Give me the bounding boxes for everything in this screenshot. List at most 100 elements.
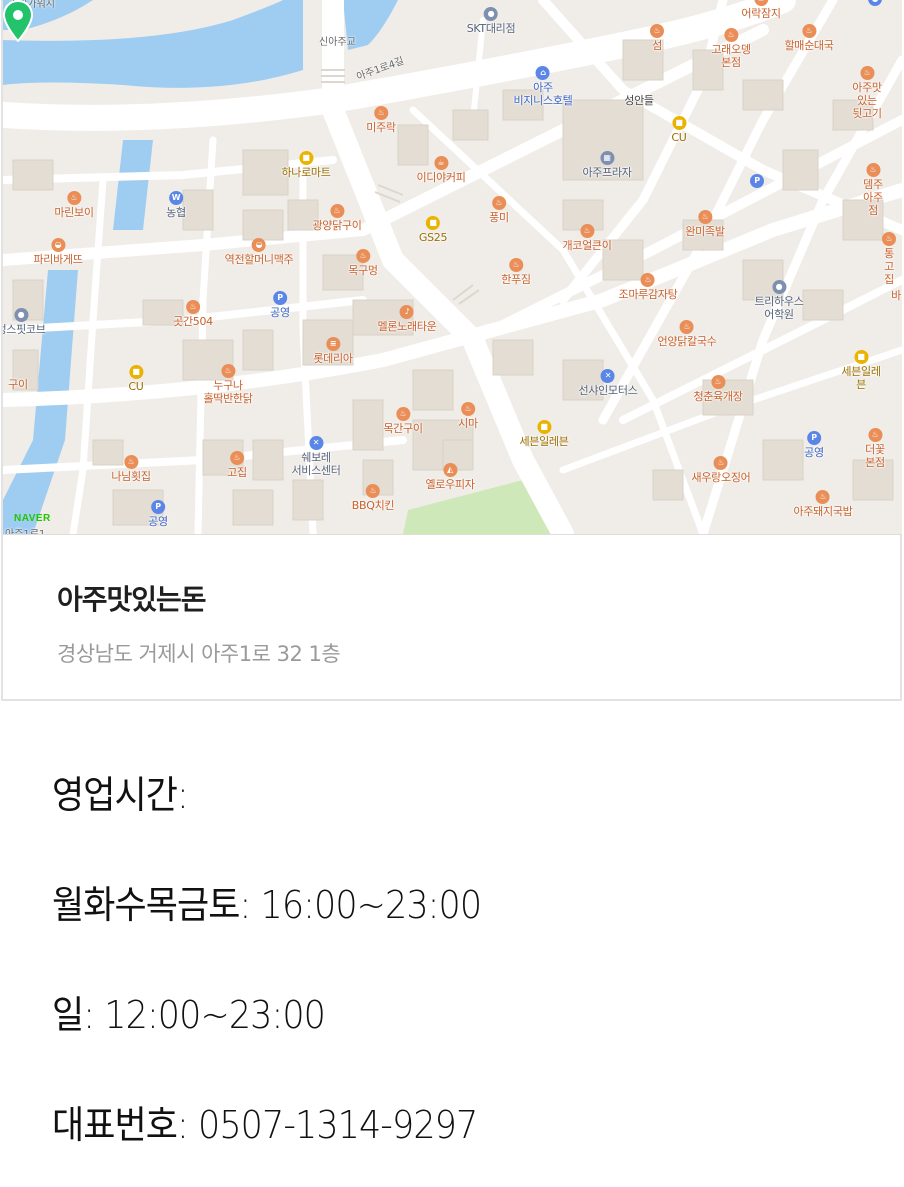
restaurant-icon: ♨: [754, 0, 768, 6]
map-poi[interactable]: ♨ 조마루감자탕: [619, 273, 678, 301]
map-poi[interactable]: ◒ 파리바게뜨: [33, 238, 83, 266]
map-poi[interactable]: ♨ 목구멍: [348, 249, 378, 277]
road-label-bridge: 신아주교: [319, 37, 356, 48]
chicken-icon: ♨: [366, 484, 380, 498]
sunday-hours: 일: 12:00~23:00: [52, 993, 326, 1037]
map-poi[interactable]: ■ GS25: [419, 216, 447, 244]
map-poi[interactable]: ♨ 청춘육개장: [693, 375, 743, 403]
map-poi[interactable]: ♨ 완미족발: [685, 210, 725, 238]
weekday-hours: 월화수목금토: 16:00~23:00: [52, 883, 482, 927]
map-poi[interactable]: ♨ 아주돼지국밥: [794, 490, 853, 518]
restaurant-icon: ♨: [329, 204, 344, 218]
parking-icon: P: [806, 431, 821, 445]
map-poi[interactable]: ⌂ 아주 비지니스호텔: [514, 66, 573, 107]
map-poi[interactable]: ● 트리하우스 어학원: [754, 280, 804, 321]
map-poi[interactable]: ♨ 곳간504: [173, 300, 213, 328]
map-view[interactable]: 소리가워시 신아주교 아주1로4길 아주1로1 ●SKT대리점 ♨어락잠지 ⌂아…: [3, 0, 902, 535]
map-poi[interactable]: P 공영: [270, 291, 290, 319]
map-poi[interactable]: ♨어락잠지: [741, 0, 781, 20]
map-poi[interactable]: ☕ 이디야커피: [416, 156, 466, 184]
repair-icon: ✕: [600, 369, 615, 383]
map-poi[interactable]: ● SKT대리점: [467, 7, 516, 35]
restaurant-icon: ♨: [356, 249, 370, 263]
cafe-icon: ☕: [433, 156, 448, 170]
map-poi[interactable]: ◭ 옐로우피자: [425, 463, 475, 491]
map-poi[interactable]: ■ 세븐일레븐: [841, 350, 882, 391]
parking-icon: P: [750, 174, 764, 188]
map-poi[interactable]: P 공영: [804, 431, 824, 459]
map-poi[interactable]: P: [750, 174, 764, 189]
map-poi[interactable]: ▦ 아주프라자: [582, 151, 632, 179]
map-poi[interactable]: ♨ 아주맛있는 뒷고기: [850, 66, 885, 120]
restaurant-icon: ♨: [710, 375, 725, 389]
map-poi[interactable]: ◒ 역전할머니맥주: [225, 238, 294, 266]
map-poi[interactable]: ●엉스핏코브: [3, 308, 46, 336]
map-poi[interactable]: ♨ 미주락: [366, 106, 396, 134]
restaurant-icon: ♨: [860, 66, 874, 80]
place-icon: ●: [13, 308, 28, 322]
map-poi[interactable]: ♨ 언양닭칼국수: [658, 320, 717, 348]
restaurant-icon: ♨: [868, 428, 882, 442]
map-poi[interactable]: ♨ 목간구이: [383, 407, 423, 435]
restaurant-icon: ♨: [713, 456, 728, 470]
parking-icon: P: [150, 500, 165, 514]
location-pin-icon[interactable]: [3, 0, 33, 42]
map-poi[interactable]: ✕ 쉐보레 서비스센터: [291, 436, 341, 477]
map-poi-text[interactable]: 성안들: [624, 94, 654, 107]
map-poi[interactable]: ♨ 섬: [650, 24, 664, 52]
map-card[interactable]: 소리가워시 신아주교 아주1로4길 아주1로1 ●SKT대리점 ♨어락잠지 ⌂아…: [1, 0, 902, 701]
restaurant-icon: ♨: [186, 300, 200, 314]
map-poi[interactable]: ♨ 할매순대국: [784, 24, 834, 52]
map-poi-text[interactable]: 바: [891, 289, 901, 302]
karaoke-icon: ♪: [399, 305, 414, 319]
place-icon: ●: [868, 0, 882, 6]
burger-icon: ≡: [326, 337, 340, 351]
restaurant-icon: ♨: [679, 320, 694, 334]
repair-icon: ✕: [308, 436, 323, 450]
map-poi[interactable]: P 공영: [148, 500, 168, 528]
map-poi[interactable]: ♨ 고래오뎅 본점: [711, 28, 751, 69]
map-poi[interactable]: ♪ 멜론노래타운: [378, 305, 437, 333]
map-poi-text[interactable]: 구이: [8, 378, 28, 391]
map-poi[interactable]: ■ CU: [671, 116, 687, 144]
map-poi[interactable]: ♨ 고집: [227, 451, 247, 479]
map-poi[interactable]: ♨ 마린보이: [54, 191, 94, 219]
restaurant-icon: ♨: [698, 210, 712, 224]
map-poi[interactable]: ●: [868, 0, 882, 7]
hotel-icon: ⌂: [535, 66, 550, 80]
map-poi[interactable]: ♨ 한푸짐: [501, 258, 531, 286]
map-background: [3, 0, 902, 534]
restaurant-icon: ♨: [229, 451, 244, 465]
place-address: 경상남도 거제시 아주1로 32 1층: [57, 642, 341, 666]
map-poi[interactable]: ✕ 선샤인모터스: [579, 369, 638, 397]
map-poi[interactable]: ♨ 광양닭구이: [312, 204, 362, 232]
map-poi[interactable]: ■ CU: [128, 365, 144, 393]
map-poi[interactable]: ♨ 시마: [458, 402, 478, 430]
restaurant-icon: ♨: [374, 106, 388, 120]
map-poi[interactable]: ■ 세븐일레븐: [519, 420, 569, 448]
map-poi[interactable]: ♨ 나님횟집: [111, 455, 151, 483]
pizza-icon: ◭: [442, 463, 457, 477]
restaurant-icon: ♨: [396, 407, 410, 421]
map-poi[interactable]: ♨ 풍미: [489, 196, 509, 224]
restaurant-icon: ♨: [460, 402, 475, 416]
map-poi[interactable]: ♨ 더꽃 본점: [862, 428, 889, 469]
map-poi[interactable]: ♨ 개코얼큰이: [562, 224, 612, 252]
chicken-icon: ♨: [220, 364, 235, 378]
map-poi[interactable]: W 농협: [166, 191, 186, 219]
store-icon: ■: [671, 116, 686, 130]
restaurant-icon: ♨: [724, 28, 738, 42]
map-poi[interactable]: ■ 하나로마트: [281, 151, 331, 179]
map-poi[interactable]: ♨ 통고집: [882, 232, 896, 286]
phone-number: 대표번호: 0507-1314-9297: [52, 1103, 478, 1147]
restaurant-icon: ♨: [124, 455, 138, 469]
map-poi[interactable]: ♨ 뎀주 아주점: [859, 163, 888, 217]
map-poi[interactable]: ♨ 누구나 홀딱반한닭: [203, 364, 253, 405]
map-poi[interactable]: ♨ BBQ치킨: [352, 484, 395, 512]
restaurant-icon: ♨: [579, 224, 594, 238]
map-poi[interactable]: ≡ 롯데리아: [313, 337, 353, 365]
store-icon: ■: [536, 420, 551, 434]
building-icon: ▦: [599, 151, 614, 165]
restaurant-icon: ♨: [882, 232, 896, 246]
map-poi[interactable]: ♨ 새우랑오징어: [692, 456, 751, 484]
